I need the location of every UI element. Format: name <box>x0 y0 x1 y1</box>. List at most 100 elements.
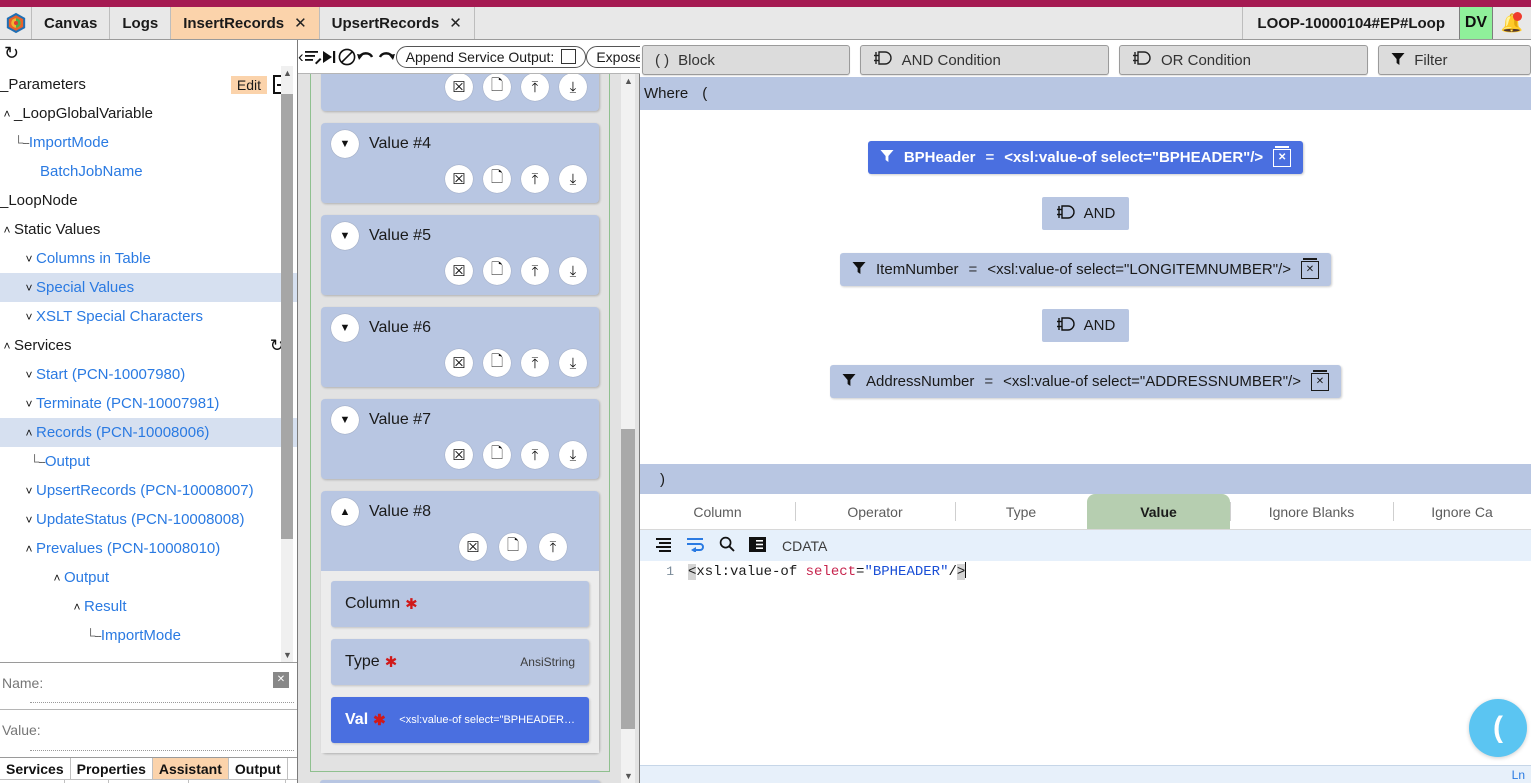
move-up-icon[interactable]: ⤒ <box>521 441 549 469</box>
or-condition-button[interactable]: OR Condition <box>1118 45 1369 75</box>
move-down-icon[interactable]: ⤓ <box>559 441 587 469</box>
value-card-7[interactable]: ▼ Value #7 ☒ 🗋 ⤒ ⤓ <box>321 399 599 479</box>
tree-item-label[interactable]: UpsertRecords (PCN-10008007) <box>36 482 254 499</box>
tab-assistant[interactable]: Assistant <box>152 758 229 779</box>
value-card-8[interactable]: ▲ Value #8 ☒ 🗋 ⤒ Column ✱ Type ✱ AnsiStr… <box>321 491 599 753</box>
chevron-down-icon[interactable]: ˅ <box>22 310 36 324</box>
chevron-up-icon[interactable]: ˄ <box>0 339 14 353</box>
name-input[interactable] <box>30 702 294 703</box>
tree-item-parameters[interactable]: _Parameters Edit <box>0 70 297 99</box>
chevron-down-icon[interactable]: ▼ <box>331 406 359 434</box>
value-card-4[interactable]: ▼ Value #4 ☒ 🗋 ⤒ ⤓ <box>321 123 599 203</box>
word-wrap-icon[interactable] <box>687 537 705 555</box>
tree-item-special-values[interactable]: ˅ Special Values <box>0 273 297 302</box>
chevron-up-icon[interactable]: ˄ <box>22 426 36 440</box>
search-icon[interactable] <box>719 536 735 555</box>
tree-item-label[interactable]: Prevalues (PCN-10008010) <box>36 540 220 557</box>
tree-item-loopglobalvariable[interactable]: ˄ _LoopGlobalVariable <box>0 99 297 128</box>
tree-item-start[interactable]: ˅ Start (PCN-10007980) <box>0 360 297 389</box>
chevron-down-icon[interactable]: ▼ <box>331 314 359 342</box>
chevron-down-icon[interactable]: ˅ <box>22 281 36 295</box>
tree-item-label[interactable]: Special Values <box>36 279 134 296</box>
environment-badge[interactable]: DV <box>1459 7 1493 39</box>
block-button[interactable]: ( ) Block <box>642 45 850 75</box>
tree-item-label[interactable]: BatchJobName <box>40 163 143 180</box>
copy-icon[interactable]: 🗋 <box>499 533 527 561</box>
tree-item-label[interactable]: Output <box>64 569 109 586</box>
chevron-up-icon[interactable]: ˄ <box>70 600 84 614</box>
tree-item-label[interactable]: Terminate (PCN-10007981) <box>36 395 219 412</box>
tree-item-loopnode[interactable]: _LoopNode <box>0 186 297 215</box>
tree-item-label[interactable]: UpdateStatus (PCN-10008008) <box>36 511 244 528</box>
copy-icon[interactable]: 🗋 <box>483 74 511 101</box>
condition-itemnumber[interactable]: ItemNumber = <xsl:value-of select="LONGI… <box>840 253 1331 286</box>
tree-item-label[interactable]: XSLT Special Characters <box>36 308 203 325</box>
value-card-header[interactable]: ▼ Value #7 <box>321 399 599 441</box>
value-card-5[interactable]: ▼ Value #5 ☒ 🗋 ⤒ ⤓ <box>321 215 599 295</box>
field-type[interactable]: Type ✱ AnsiString <box>331 639 589 685</box>
tree-item-importmode[interactable]: └-- ImportMode <box>0 128 297 157</box>
column-header-ignore-case[interactable]: Ignore Ca <box>1393 494 1531 529</box>
chevron-up-icon[interactable]: ˄ <box>0 223 14 237</box>
tree-item-prevalues[interactable]: ˄ Prevalues (PCN-10008010) <box>0 534 297 563</box>
chevron-down-icon[interactable]: ˅ <box>22 397 36 411</box>
field-val[interactable]: Val ✱ <xsl:value-of select="BPHEADER… <box>331 697 589 743</box>
value-card-6[interactable]: ▼ Value #6 ☒ 🗋 ⤒ ⤓ <box>321 307 599 387</box>
scroll-up-icon[interactable]: ▲ <box>283 68 292 78</box>
value-card-header[interactable]: ▼ Value #6 <box>321 307 599 349</box>
delete-icon[interactable]: ✕ <box>1300 257 1319 279</box>
tree-item-updatestatus[interactable]: ˅ UpdateStatus (PCN-10008008) <box>0 505 297 534</box>
move-down-icon[interactable]: ⤓ <box>559 349 587 377</box>
tree-item-label[interactable]: Output <box>45 453 90 470</box>
move-up-icon[interactable]: ⤒ <box>539 533 567 561</box>
column-header-value[interactable]: Value <box>1087 494 1230 529</box>
delete-icon[interactable]: ☒ <box>445 257 473 285</box>
scroll-up-icon[interactable]: ▲ <box>624 76 633 86</box>
tree-item-static-values[interactable]: ˄ Static Values <box>0 215 297 244</box>
delete-icon[interactable]: ✕ <box>1273 145 1292 167</box>
field-column[interactable]: Column ✱ <box>331 581 589 627</box>
value-cards-scrollbar[interactable]: ▲ ▼ <box>621 74 635 783</box>
append-service-output-checkbox[interactable] <box>561 49 577 64</box>
move-down-icon[interactable]: ⤓ <box>559 257 587 285</box>
chevron-down-icon[interactable]: ˅ <box>22 368 36 382</box>
tree-item-label[interactable]: Columns in Table <box>36 250 151 267</box>
column-header-type[interactable]: Type <box>955 494 1087 529</box>
tree-item-columns-in-table[interactable]: ˅ Columns in Table <box>0 244 297 273</box>
tree-item-terminate[interactable]: ˅ Terminate (PCN-10007981) <box>0 389 297 418</box>
chevron-up-icon[interactable]: ˄ <box>0 107 14 121</box>
tree-item-services[interactable]: ˄ Services ↻ <box>0 331 297 360</box>
value-input[interactable] <box>30 750 294 751</box>
tree-item-label[interactable]: Start (PCN-10007980) <box>36 366 185 383</box>
scroll-down-icon[interactable]: ▼ <box>283 650 292 660</box>
panel-icon[interactable] <box>749 536 766 555</box>
format-lines-icon[interactable] <box>656 537 673 555</box>
delete-icon[interactable]: ☒ <box>445 74 473 101</box>
chevron-down-icon[interactable]: ˅ <box>22 513 36 527</box>
and-condition-button[interactable]: AND Condition <box>859 45 1109 75</box>
move-up-icon[interactable]: ⤒ <box>521 349 549 377</box>
tab-output[interactable]: Output <box>229 758 288 779</box>
move-up-icon[interactable]: ⤒ <box>521 74 549 101</box>
column-header-operator[interactable]: Operator <box>795 494 955 529</box>
code-editor[interactable]: 1 <xsl:value-of select="BPHEADER"/> <box>640 561 1531 783</box>
tree-item-label[interactable]: Records (PCN-10008006) <box>36 424 209 441</box>
copy-icon[interactable]: 🗋 <box>483 349 511 377</box>
scrollbar-thumb[interactable] <box>281 94 293 539</box>
tree-item-label[interactable]: ImportMode <box>101 627 181 644</box>
chevron-down-icon[interactable]: ▼ <box>331 222 359 250</box>
tree-scrollbar[interactable]: ▲ ▼ <box>281 66 293 662</box>
filter-button[interactable]: Filter <box>1378 45 1531 75</box>
append-service-output-toggle[interactable]: Append Service Output: <box>395 45 587 68</box>
tab-services[interactable]: Services <box>0 758 71 779</box>
refresh-icon[interactable]: ↻ <box>4 43 19 64</box>
delete-icon[interactable]: ☒ <box>445 349 473 377</box>
tree-item-prevalues-output[interactable]: ˄ Output <box>0 563 297 592</box>
tab-canvas[interactable]: Canvas <box>32 7 111 39</box>
delete-icon[interactable]: ☒ <box>445 165 473 193</box>
no-entry-icon[interactable] <box>338 41 356 73</box>
tree-item-upsertrecords[interactable]: ˅ UpsertRecords (PCN-10008007) <box>0 476 297 505</box>
delete-icon[interactable]: ✕ <box>272 667 290 689</box>
value-card-header[interactable]: ▼ Value #5 <box>321 215 599 257</box>
tab-logs[interactable]: Logs <box>110 7 172 39</box>
